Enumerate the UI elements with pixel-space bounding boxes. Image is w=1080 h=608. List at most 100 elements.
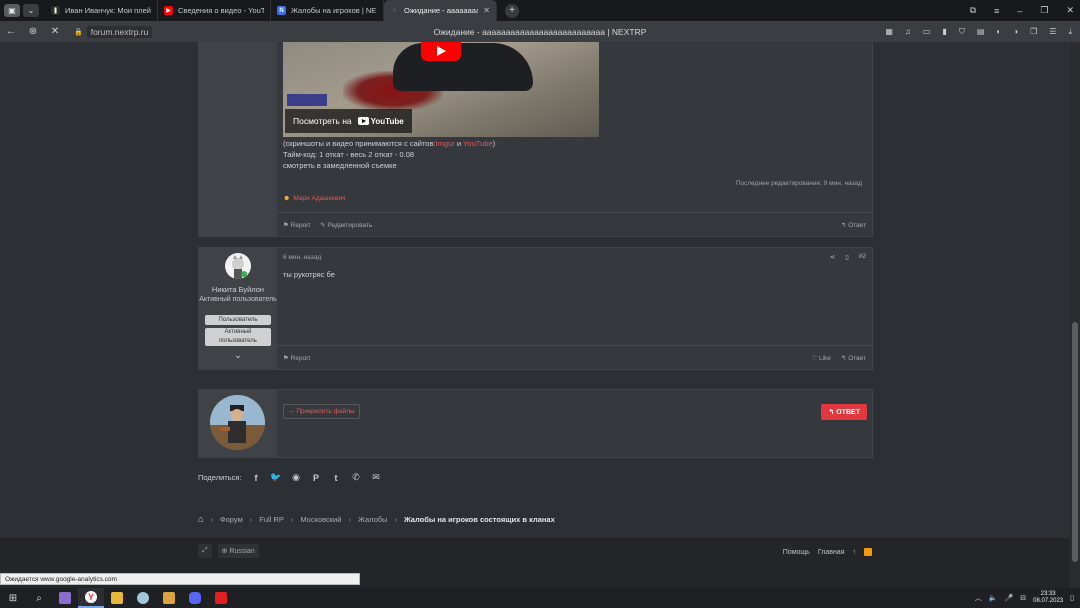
avatar[interactable] — [225, 253, 251, 279]
shield-icon[interactable]: ⛉ — [959, 27, 965, 37]
reading-list-icon[interactable]: ☰ — [1049, 27, 1056, 36]
protect-icon[interactable]: ⊛ — [22, 26, 44, 37]
back-arrow-icon[interactable]: ← — [0, 26, 22, 37]
home-link[interactable]: Главная — [818, 549, 845, 556]
post-number[interactable]: #2 — [859, 253, 866, 261]
reply-label: Ответ — [848, 221, 866, 229]
tab-waiting-active[interactable]: ◌ Ожидание - аааааааа ✕ — [384, 0, 497, 21]
discord-tile — [189, 592, 201, 604]
app-icon[interactable] — [130, 588, 156, 608]
stop-loading-icon[interactable]: ✕ — [44, 26, 66, 37]
app-icon[interactable] — [52, 588, 78, 608]
page-scrollbar[interactable] — [1070, 42, 1080, 588]
youtube-brand-text: YouTube — [370, 116, 404, 126]
edit-button[interactable]: ✎ Редактировать — [320, 221, 372, 229]
post-time[interactable]: 6 мин. назад — [283, 254, 321, 261]
notifications-icon[interactable]: ▯ — [1070, 594, 1074, 602]
tab-collections-icon[interactable]: ⧉ — [970, 5, 976, 16]
watch-on-youtube-button[interactable]: Посмотреть на YouTube — [285, 109, 412, 133]
extensions-icon[interactable]: ▤ — [977, 27, 985, 36]
scroll-top-icon[interactable]: ↑ — [853, 549, 857, 556]
youtube-play-button[interactable] — [421, 42, 461, 61]
microphone-icon[interactable]: 🎤 — [1005, 594, 1014, 602]
file-explorer-icon[interactable] — [104, 588, 130, 608]
current-user-avatar[interactable] — [210, 395, 265, 450]
post-2-actions: ⚑ Report ♡ Like ↰ Ответ — [277, 345, 872, 369]
help-link[interactable]: Помощь — [783, 549, 810, 556]
media-player-icon[interactable] — [156, 588, 182, 608]
post-1-body: Посмотреть на YouTube (скриншоты и видео… — [277, 42, 872, 236]
close-tab-icon[interactable]: ✕ — [483, 6, 490, 15]
home-icon[interactable]: ⌂ — [198, 514, 203, 524]
scrollbar-thumb[interactable] — [1072, 322, 1078, 562]
user-badge: Пользователь — [205, 315, 271, 325]
breadcrumb-current[interactable]: Жалобы на игроков состоящих в кланах — [404, 515, 555, 524]
workspace-icon[interactable]: ▣ — [4, 4, 20, 17]
headphones-icon[interactable]: ♫ — [905, 27, 911, 36]
tumblr-icon[interactable]: t — [331, 472, 342, 483]
url-field[interactable]: 🔒 forum.nextrp.ru — [74, 25, 153, 38]
post-1-author-sidebar — [199, 42, 277, 236]
tab-youtube-video-details[interactable]: ▶ Сведения о видео - YouT — [158, 0, 271, 21]
yandex-browser-icon[interactable]: Y — [78, 588, 104, 608]
minimize-icon[interactable]: – — [1017, 6, 1022, 16]
report-button[interactable]: ⚑ Report — [283, 354, 310, 362]
sidebar-icon[interactable]: ❐ — [1030, 27, 1037, 36]
bookmark-icon[interactable]: ▮ — [942, 27, 946, 36]
imgur-link[interactable]: Imgur — [436, 139, 455, 148]
expand-icon[interactable]: ⤢ — [198, 544, 212, 558]
tabs-dropdown-icon[interactable]: ⌄ — [23, 4, 39, 17]
breadcrumb-forum[interactable]: Форум — [220, 515, 243, 524]
volume-icon[interactable]: 🔈 — [989, 594, 998, 602]
attach-files-button[interactable]: ⇔ Прикрепить файлы — [283, 404, 360, 419]
bookmark-post-icon[interactable]: ▯ — [845, 253, 849, 261]
whatsapp-icon[interactable]: ✆ — [351, 472, 362, 483]
reader-icon[interactable]: ▭ — [923, 27, 931, 36]
youtube-embed[interactable]: Посмотреть на YouTube — [283, 42, 599, 137]
clock[interactable]: 23:33 08.07.2023 — [1033, 591, 1063, 605]
attach-label: Прикрепить файлы — [296, 408, 355, 415]
windows-start-icon[interactable]: ⊞ — [0, 588, 26, 608]
pinterest-icon[interactable]: P — [311, 472, 322, 483]
like-button[interactable]: ♡ Like — [811, 354, 831, 362]
vpn-icon[interactable]: ◐ — [996, 27, 1001, 36]
game-launcher-icon[interactable] — [208, 588, 234, 608]
search-icon[interactable]: ⌕ — [26, 588, 52, 608]
author-name[interactable]: Никита Буйлон — [199, 285, 277, 294]
tab-playlist[interactable]: ❚ Иван Иванчук: Мои плей — [45, 0, 158, 21]
language-selector[interactable]: ⊕ Russian — [217, 544, 259, 558]
report-button[interactable]: ⚑ Report — [283, 221, 310, 229]
new-tab-button[interactable]: + — [505, 3, 519, 18]
discord-icon[interactable] — [182, 588, 208, 608]
download-icon[interactable]: ⤓ — [1068, 27, 1072, 37]
breadcrumb-full-rp[interactable]: Full RP — [259, 515, 284, 524]
breadcrumb: ⌂ › Форум › Full RP › Московский › Жалоб… — [198, 514, 555, 524]
close-window-icon[interactable]: ✕ — [1066, 5, 1074, 16]
loading-spinner-icon: ◌ — [392, 7, 397, 14]
tab-title: Ожидание - аааааааа — [404, 6, 479, 15]
share-icon[interactable]: ⋖ — [830, 253, 835, 261]
reply-button[interactable]: ↰ Ответ — [841, 354, 866, 362]
rss-icon[interactable] — [864, 548, 872, 556]
youtube-link[interactable]: YouTube — [463, 139, 492, 148]
reply-button[interactable]: ↰ Ответ — [841, 221, 866, 229]
network-icon[interactable]: ⊟ — [1020, 594, 1026, 602]
account-icon[interactable]: ◑ — [1013, 27, 1018, 36]
breadcrumb-complaints[interactable]: Жалобы — [358, 515, 388, 524]
facebook-icon[interactable]: f — [251, 472, 262, 483]
email-icon[interactable]: ✉ — [371, 472, 382, 483]
footer-left: ⤢ ⊕ Russian — [198, 544, 259, 558]
breadcrumb-moscow[interactable]: Московский — [300, 515, 341, 524]
grid-icon[interactable]: ▦ — [885, 27, 893, 36]
menu-icon[interactable]: ≡ — [994, 6, 999, 16]
post-2: Никита Буйлон Активный пользователь Поль… — [198, 247, 873, 370]
submit-reply-button[interactable]: ↰ ОТВЕТ — [821, 404, 867, 420]
tray-chevron-icon[interactable]: ︿ — [975, 593, 982, 603]
expand-chevron-icon[interactable]: ⌄ — [199, 350, 277, 361]
tab-title: Иван Иванчук: Мои плей — [65, 6, 151, 15]
restore-icon[interactable]: ❐ — [1040, 5, 1048, 16]
twitter-icon[interactable]: 🐦 — [270, 472, 281, 483]
tab-complaints[interactable]: N Жалобы на игроков | NE — [271, 0, 384, 21]
reddit-icon[interactable]: ◉ — [291, 472, 302, 483]
reaction-summary[interactable]: ☻ Мари Адашкевич — [283, 195, 346, 202]
